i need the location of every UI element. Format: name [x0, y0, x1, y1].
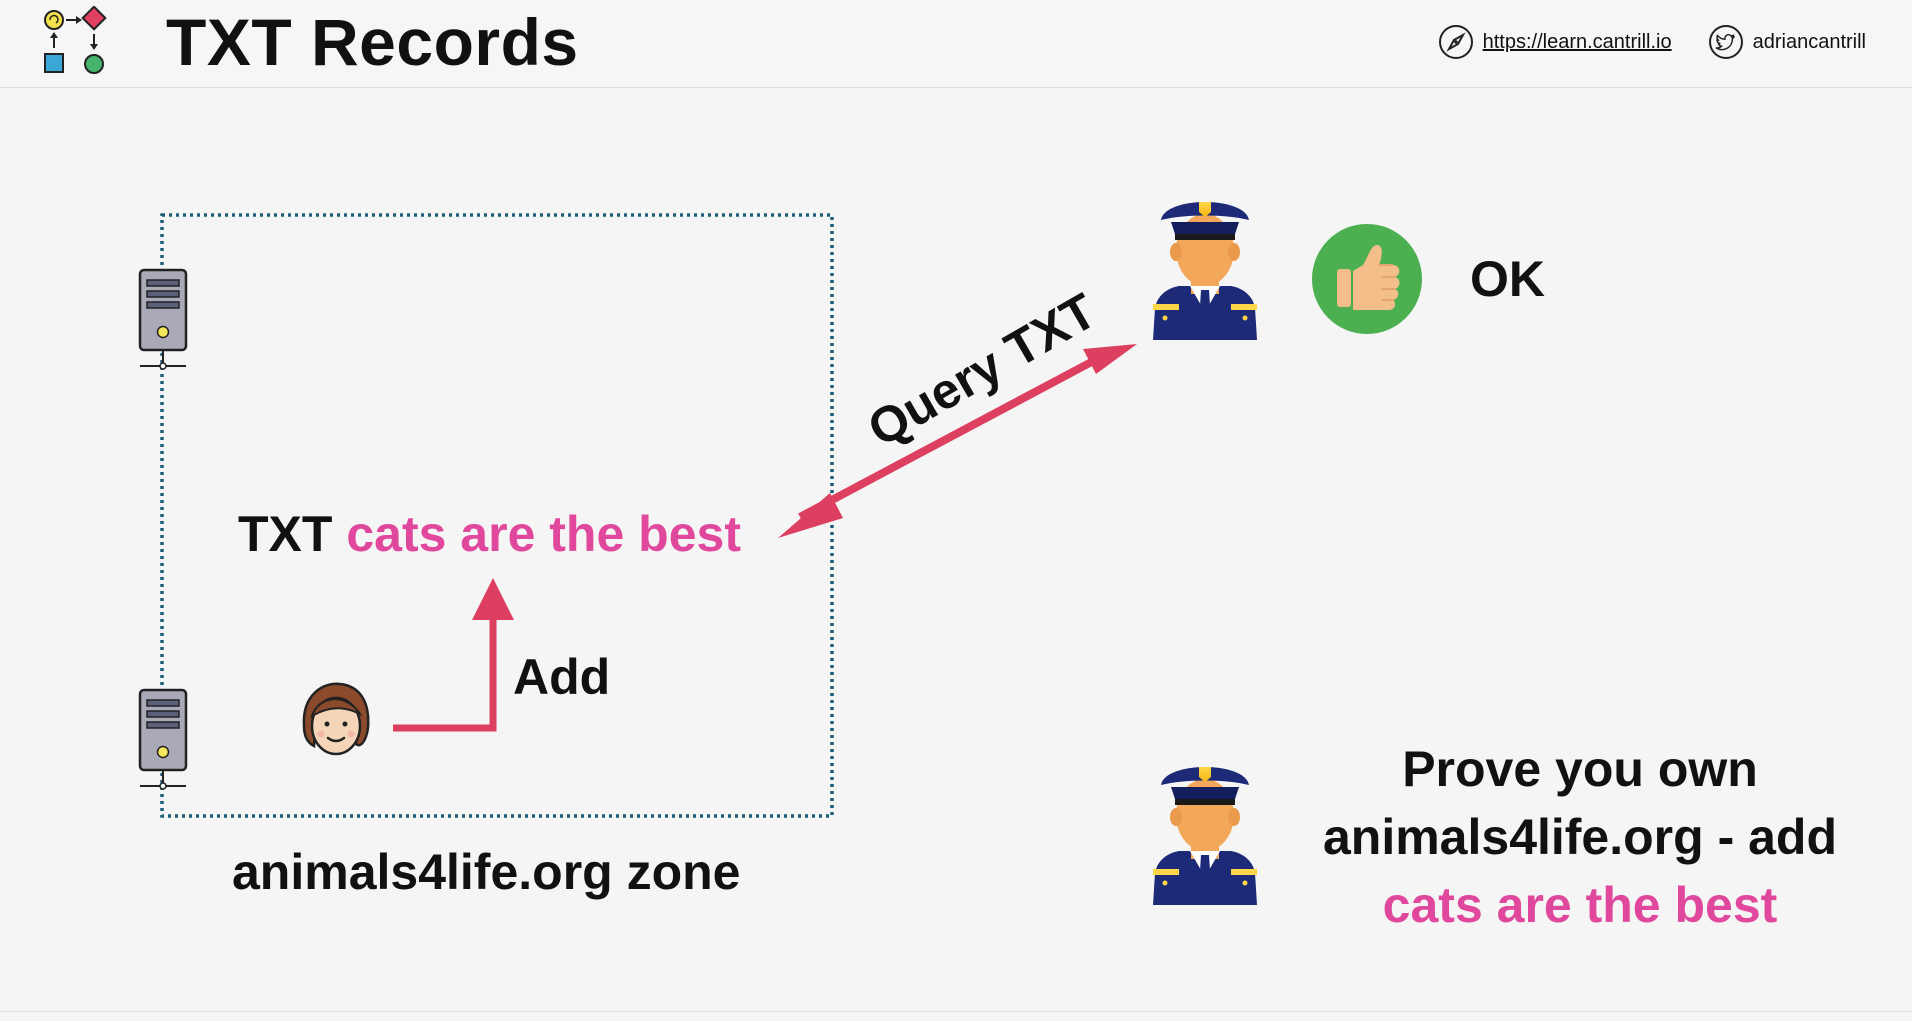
add-arrow-head — [472, 578, 514, 620]
prove-line-3: cats are the best — [1382, 877, 1778, 933]
query-arrow-head-right — [1083, 344, 1137, 374]
person-icon — [302, 682, 370, 756]
txt-record-value: cats are the best — [346, 506, 741, 562]
txt-record-type: TXT — [238, 506, 333, 562]
zone-label: animals4life.org zone — [232, 844, 741, 900]
prove-line-2: animals4life.org - add — [1322, 809, 1837, 865]
add-label: Add — [513, 649, 611, 705]
bottom-divider — [0, 1011, 1912, 1012]
thumbs-up-icon — [1312, 224, 1422, 334]
add-arrow — [393, 612, 497, 732]
prove-ownership-text: Prove you own animals4life.org - add cat… — [1300, 735, 1860, 939]
prove-line-1: Prove you own — [1402, 741, 1758, 797]
police-officer-icon — [1153, 202, 1257, 340]
server-icon — [138, 268, 188, 370]
police-officer-icon — [1153, 767, 1257, 905]
server-icon — [138, 688, 188, 790]
txt-record-label: TXT cats are the best — [238, 505, 741, 563]
query-arrow-head-left — [778, 493, 843, 538]
ok-label: OK — [1470, 251, 1545, 307]
